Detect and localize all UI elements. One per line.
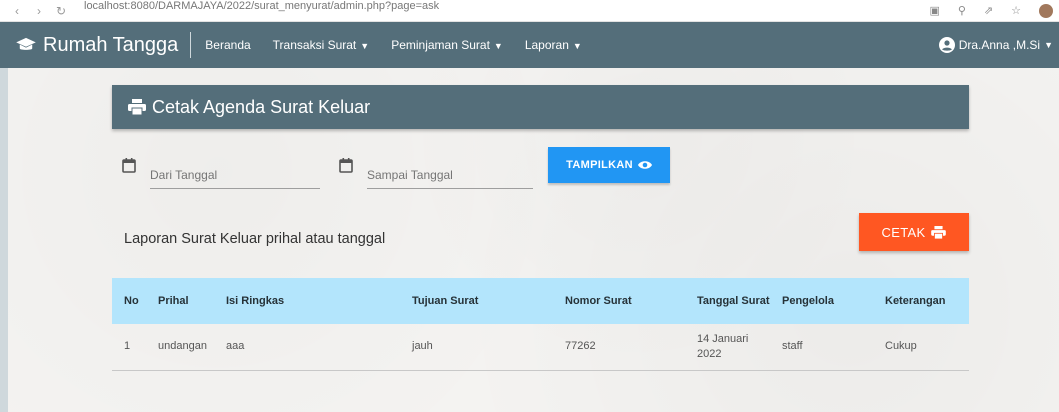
- cetak-label: CETAK: [881, 224, 926, 240]
- dari-tanggal-input[interactable]: [150, 163, 320, 187]
- caret-down-icon: ▼: [1044, 40, 1053, 50]
- url-text[interactable]: localhost:8080/DARMAJAYA/2022/surat_meny…: [84, 0, 439, 12]
- column-header: Nomor Surat: [565, 294, 632, 307]
- column-header: Prihal: [158, 294, 189, 307]
- menu-transaksi-surat[interactable]: Transaksi Surat ▼: [273, 38, 370, 52]
- input-underline: [367, 188, 533, 189]
- caret-down-icon: ▼: [360, 41, 370, 51]
- forward-icon[interactable]: ›: [30, 4, 48, 18]
- menu-peminjaman-surat[interactable]: Peminjaman Surat ▼: [391, 38, 503, 52]
- page-header-card: Cetak Agenda Surat Keluar: [112, 85, 969, 129]
- cell-no: 1: [112, 324, 146, 371]
- browser-url-bar: ‹ › ↻ localhost:8080/DARMAJAYA/2022/sura…: [0, 0, 1059, 22]
- cell-prihal: undangan: [146, 324, 214, 371]
- caret-down-icon: ▼: [572, 41, 582, 51]
- input-underline: [150, 188, 320, 189]
- main-menu: Beranda Transaksi Surat ▼ Peminjaman Sura…: [205, 38, 604, 52]
- reload-icon[interactable]: ↻: [52, 4, 70, 18]
- cell-pengelola: staff: [770, 324, 873, 371]
- cell-keterangan: Cukup: [873, 324, 969, 371]
- brand-divider: [190, 32, 192, 58]
- sampai-tanggal-input[interactable]: [367, 163, 533, 187]
- page-title: Cetak Agenda Surat Keluar: [152, 96, 371, 117]
- zoom-icon[interactable]: ⚲: [958, 4, 966, 18]
- calendar-icon: [339, 158, 353, 173]
- menu-beranda[interactable]: Beranda: [205, 38, 250, 52]
- bookmark-icon[interactable]: ☆: [1011, 4, 1021, 18]
- print-icon: [128, 99, 146, 115]
- column-header: Isi Ringkas: [226, 294, 285, 307]
- top-navbar: Rumah Tangga Beranda Transaksi Surat ▼ Pe…: [0, 22, 1059, 68]
- extension-icon[interactable]: ▣: [929, 4, 939, 18]
- agenda-table: No Prihal Isi Ringkas Tujuan Surat Nomor…: [112, 278, 969, 371]
- caret-down-icon: ▼: [493, 41, 503, 51]
- tampilkan-button[interactable]: TAMPILKAN: [548, 147, 670, 183]
- report-label: Laporan Surat Keluar prihal atau tanggal: [124, 231, 386, 247]
- dari-tanggal-field: [122, 157, 322, 189]
- cell-isi-ringkas: aaa: [214, 324, 400, 371]
- cell-tanggal-surat: 14 Januari 2022: [685, 324, 770, 371]
- user-name: Dra.Anna ,M.Si: [958, 38, 1041, 52]
- column-header: No: [124, 294, 139, 307]
- cell-tujuan-surat: jauh: [400, 324, 553, 371]
- column-header: Keterangan: [885, 294, 946, 307]
- table-row: 1 undangan aaa jauh 77262 14 Januari 202…: [112, 324, 969, 371]
- print-icon: [931, 225, 947, 239]
- share-icon[interactable]: ⇗: [984, 4, 993, 18]
- cell-nomor-surat: 77262: [553, 324, 685, 371]
- left-accent-strip: [0, 68, 8, 412]
- brand-title: Rumah Tangga: [43, 33, 179, 56]
- eye-icon: [637, 161, 652, 169]
- graduation-cap-icon: [16, 37, 36, 50]
- cetak-button[interactable]: CETAK: [859, 213, 969, 251]
- tampilkan-label: TAMPILKAN: [566, 159, 633, 171]
- brand[interactable]: Rumah Tangga: [0, 22, 205, 68]
- back-icon[interactable]: ‹: [8, 4, 26, 18]
- column-header: Pengelola: [782, 294, 834, 307]
- user-menu[interactable]: Dra.Anna ,M.Si ▼: [938, 22, 1053, 68]
- sampai-tanggal-field: [339, 157, 539, 189]
- calendar-icon: [122, 158, 136, 173]
- column-header: Tujuan Surat: [412, 294, 479, 307]
- profile-avatar[interactable]: [1039, 4, 1053, 18]
- column-header: Tanggal Surat: [697, 294, 770, 307]
- account-circle-icon: [938, 37, 955, 53]
- menu-laporan[interactable]: Laporan ▼: [525, 38, 582, 52]
- table-header-row: No Prihal Isi Ringkas Tujuan Surat Nomor…: [112, 278, 969, 324]
